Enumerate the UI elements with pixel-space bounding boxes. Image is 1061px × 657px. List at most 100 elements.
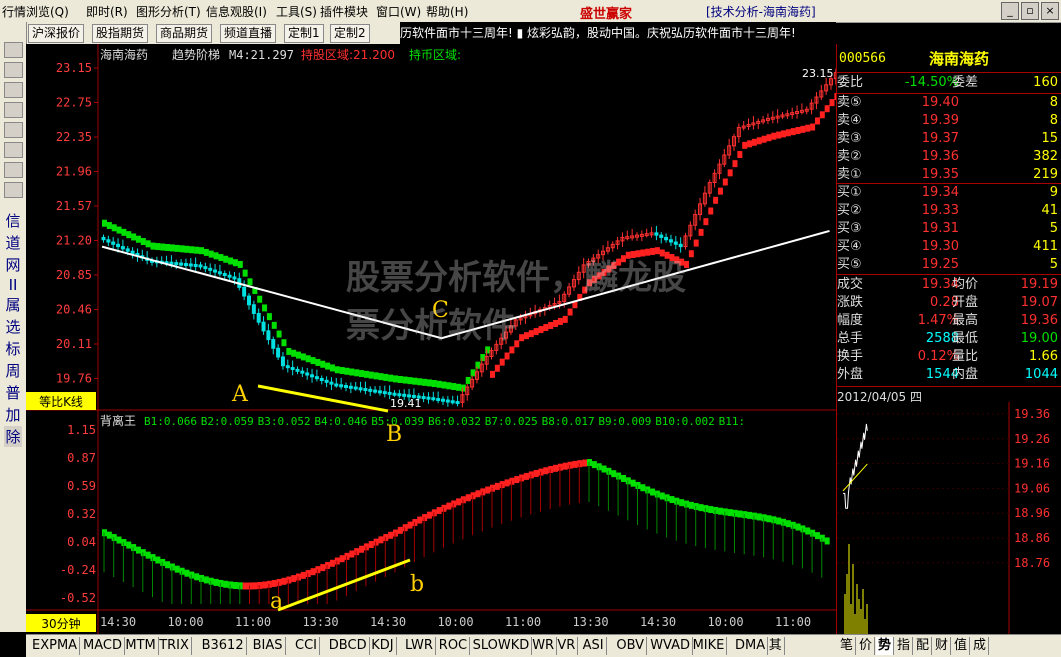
candle-body [402, 393, 407, 397]
ladder-step [548, 321, 554, 329]
indicator-tab-mtm[interactable]: MTM [123, 637, 159, 655]
period-button[interactable]: 30分钟 [41, 616, 80, 631]
quote-panel: 000566 海南海药 委比 -14.50% 委差 160 2012/04/05… [836, 44, 1061, 634]
ladder-step [785, 129, 791, 137]
quote-tab-4[interactable]: 配 [914, 637, 933, 655]
tab-shanghai-shenzhen-quotes[interactable]: 沪深报价 [28, 24, 85, 43]
watermark-line-1: 股票分析软件，麟龙股 [346, 258, 686, 298]
ladder-step [131, 233, 137, 241]
toolbar-btn-2[interactable]: 网 [4, 254, 22, 275]
toolbar-icon-4[interactable] [4, 102, 23, 118]
indicator-tab-b3612[interactable]: B3612 [200, 637, 247, 655]
ladder-step [329, 364, 335, 372]
quote-tab-0[interactable]: 笔 [838, 637, 857, 655]
tab-commodity-futures[interactable]: 商品期货 [156, 24, 213, 43]
y-tick-label: 21.20 [56, 234, 92, 248]
quote-tab-7[interactable]: 成 [971, 637, 990, 655]
candle-body [455, 401, 460, 405]
indicator-tab-mike[interactable]: MIKE [691, 637, 728, 655]
divergence-value: B3:0.052 [258, 415, 311, 428]
menu-plugins[interactable]: 插件模块 [320, 3, 368, 20]
candle-body [266, 330, 271, 341]
ladder-step [805, 124, 811, 132]
indicator-tab-wr[interactable]: WR [530, 637, 558, 655]
quote-tab-2[interactable]: 势 [876, 637, 895, 655]
tab-custom-1[interactable]: 定制1 [284, 24, 324, 43]
toolbar-icon-8[interactable] [4, 182, 23, 198]
toolbar-btn-8[interactable]: 普 [4, 382, 22, 403]
indicator-tab-vr[interactable]: VR [555, 637, 579, 655]
oscillator-step [514, 476, 520, 484]
oscillator-step [785, 520, 791, 528]
quote-tab-3[interactable]: 指 [895, 637, 914, 655]
y-tick-label-lower: -0.24 [60, 563, 96, 577]
indicator-tab-其[interactable]: 其 [767, 637, 785, 655]
toolbar-icon-5[interactable] [4, 122, 23, 138]
indicator-tab-wvad[interactable]: WVAD [648, 637, 694, 655]
toolbar-btn-7[interactable]: 周 [4, 360, 22, 381]
toolbar-icon-7[interactable] [4, 162, 23, 178]
toolbar-btn-4[interactable]: 属 [4, 294, 22, 315]
minimize-icon[interactable]: _ [1001, 2, 1019, 20]
weibi-label: 委比 [837, 75, 864, 90]
tab-live-channel[interactable]: 频道直播 [220, 24, 277, 43]
menu-help[interactable]: 帮助(H) [426, 3, 468, 20]
stat-row: 换手 0.12% 量比 1.66 [837, 348, 1061, 366]
indicator-tab-lwr[interactable]: LWR [403, 637, 436, 655]
indicator-tab-asi[interactable]: ASI [581, 637, 607, 655]
indicator-tab-bias[interactable]: BIAS [251, 637, 286, 655]
divergence-value: B4:0.046 [314, 415, 367, 428]
oscillator-step [756, 513, 762, 521]
toolbar-icon-2[interactable] [4, 62, 23, 78]
mini-intraday-chart[interactable]: 19.36 19.26 19.16 19.06 18.96 18.86 18.76 [837, 402, 1061, 634]
candle-body [106, 239, 111, 243]
oscillator-step [679, 499, 685, 507]
toolbar-icon-6[interactable] [4, 142, 23, 158]
candle-body [285, 365, 290, 369]
quote-tab-5[interactable]: 财 [933, 637, 952, 655]
oscillator-step [407, 521, 413, 529]
tab-index-futures[interactable]: 股指期货 [92, 24, 149, 43]
indicator-tab-obv[interactable]: OBV [614, 637, 648, 655]
indicator-tab-cci[interactable]: CCI [293, 637, 320, 655]
quote-tab-1[interactable]: 价 [857, 637, 876, 655]
ladder-step [528, 330, 534, 338]
toolbar-btn-6[interactable]: 标 [4, 338, 22, 359]
menu-window[interactable]: 窗口(W) [376, 3, 421, 20]
menu-market-browse[interactable]: 行情浏览(Q) [2, 3, 69, 20]
candle-body [421, 396, 426, 400]
close-icon[interactable]: × [1041, 2, 1059, 20]
menu-tools[interactable]: 工具(S) [276, 3, 317, 20]
menu-info[interactable]: 信息观股(I) [206, 3, 267, 20]
indicator-tab-dbcd[interactable]: DBCD [327, 637, 370, 655]
toolbar-btn-9[interactable]: 加 [4, 404, 22, 425]
indicator-title: 趋势阶梯 [172, 48, 220, 62]
oscillator-step [436, 507, 442, 515]
ladder-step [451, 383, 457, 391]
indicator-tab-slowkd[interactable]: SLOWKD [471, 637, 533, 655]
indicator-tab-macd[interactable]: MACD [81, 637, 125, 655]
ladder-step [533, 328, 539, 336]
restore-icon[interactable]: ▫ [1021, 2, 1039, 20]
indicator-tab-expma[interactable]: EXPMA [30, 637, 81, 655]
toolbar-icon-3[interactable] [4, 82, 23, 98]
toolbar-btn-0[interactable]: 信 [4, 210, 22, 231]
toolbar-btn-3[interactable]: II [4, 276, 22, 294]
menu-chart-analysis[interactable]: 图形分析(T) [136, 3, 201, 20]
toolbar-icon-1[interactable] [4, 42, 23, 58]
indicator-tab-roc[interactable]: ROC [437, 637, 471, 655]
toolbar-btn-10[interactable]: 除 [4, 426, 22, 447]
menu-realtime[interactable]: 即时(R) [86, 3, 128, 20]
scale-mode-button[interactable]: 等比K线 [39, 395, 83, 409]
toolbar-btn-1[interactable]: 道 [4, 232, 22, 253]
indicator-tab-trix[interactable]: TRIX [157, 637, 192, 655]
tab-custom-2[interactable]: 定制2 [330, 24, 370, 43]
low-price-label: 19.41 [390, 397, 422, 410]
oscillator-step [257, 581, 263, 589]
indicator-tab-kdj[interactable]: KDJ [369, 637, 397, 655]
ask-row: 卖④ 19.39 8 [837, 112, 1061, 130]
toolbar-btn-5[interactable]: 选 [4, 316, 22, 337]
indicator-tab-dma[interactable]: DMA [733, 637, 769, 655]
stock-name: 海南海药 [929, 50, 990, 68]
quote-tab-6[interactable]: 值 [952, 637, 971, 655]
